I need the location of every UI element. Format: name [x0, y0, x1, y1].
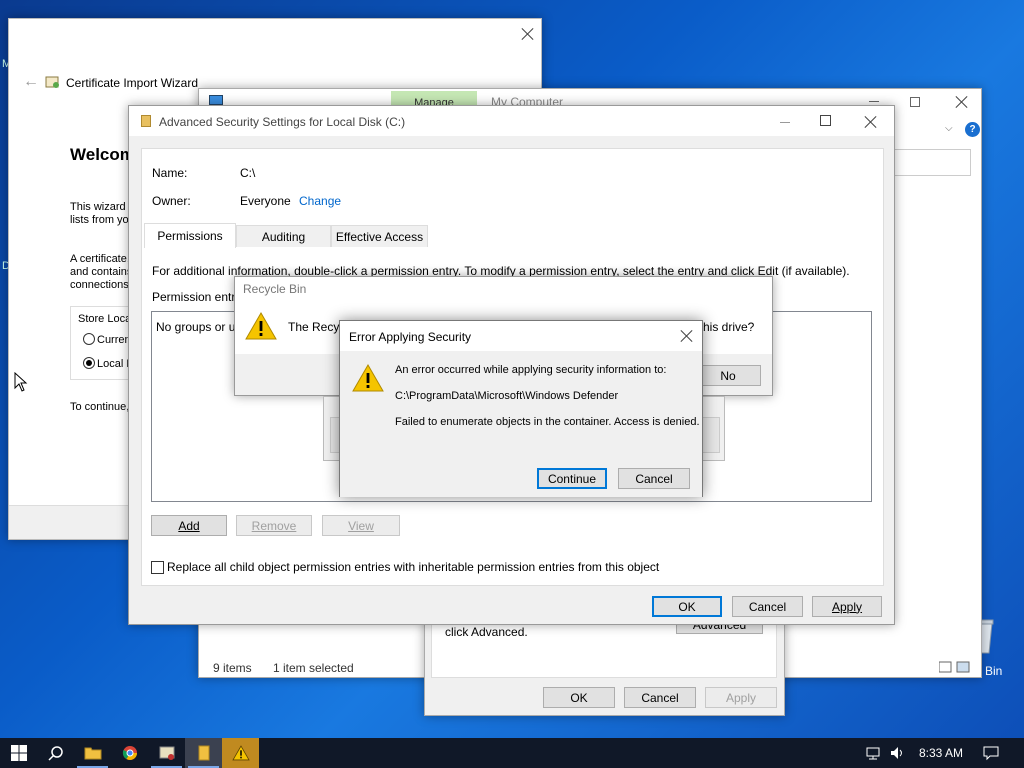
window-title: Certificate Import Wizard	[66, 76, 199, 90]
cancel-button[interactable]: Cancel	[618, 468, 690, 489]
radio-label: Curren	[97, 334, 131, 346]
taskbar-file-explorer[interactable]	[74, 738, 111, 768]
click-advanced-text: click Advanced.	[445, 625, 528, 639]
store-location-label: Store Loca	[78, 313, 132, 325]
dialog-message-end: his drive?	[703, 320, 755, 334]
tab-auditing[interactable]: Auditing	[236, 225, 331, 247]
close-icon[interactable]	[520, 26, 536, 42]
no-button[interactable]: No	[695, 365, 761, 386]
permission-entries-label: Permission entri	[152, 290, 239, 304]
mouse-cursor-icon	[14, 372, 28, 392]
minimize-icon[interactable]	[780, 122, 790, 123]
folder-icon	[84, 747, 101, 760]
add-button[interactable]: Add	[151, 515, 227, 536]
taskbar-security-settings[interactable]	[185, 738, 222, 768]
cancel-button[interactable]: Cancel	[624, 687, 696, 708]
recycle-bin-desktop-label[interactable]: Bin	[985, 664, 1002, 678]
search-icon	[47, 746, 63, 761]
notification-center-icon[interactable]	[983, 745, 999, 761]
tab-permissions[interactable]: Permissions	[144, 223, 236, 248]
chevron-down-icon[interactable]: ⌵	[945, 123, 953, 134]
status-selection: 1 item selected	[273, 661, 354, 675]
window-title: Advanced Security Settings for Local Dis…	[159, 115, 406, 129]
taskbar: 8:33 AM	[0, 738, 1024, 768]
remove-button[interactable]: Remove	[236, 515, 312, 536]
ok-button[interactable]: OK	[543, 687, 615, 708]
radio-current-user[interactable]: Curren	[83, 333, 131, 346]
chrome-icon	[122, 746, 137, 760]
error-detail: Failed to enumerate objects in the conta…	[395, 416, 700, 428]
taskbar-error-dialog[interactable]	[222, 738, 259, 768]
windows-logo-icon	[10, 745, 27, 761]
maximize-icon[interactable]	[910, 97, 920, 107]
close-icon[interactable]	[954, 94, 970, 110]
apply-button[interactable]: Apply	[705, 687, 777, 708]
warning-icon	[245, 311, 277, 340]
warning-icon	[231, 745, 250, 761]
certificate-icon	[45, 76, 59, 88]
name-label: Name:	[152, 166, 188, 180]
cancel-button[interactable]: Cancel	[732, 596, 803, 617]
start-button[interactable]	[0, 738, 37, 768]
search-button[interactable]	[37, 738, 74, 768]
file-icon	[198, 745, 209, 761]
help-icon[interactable]: ?	[965, 122, 980, 137]
wizard-heading: Welcom	[70, 145, 135, 164]
radio-icon[interactable]	[83, 333, 95, 345]
continue-text: To continue,	[70, 401, 130, 413]
maximize-icon[interactable]	[820, 115, 831, 126]
view-toggle-icons[interactable]	[939, 661, 971, 673]
error-applying-security-dialog: Error Applying Security An error occurre…	[339, 320, 703, 497]
apply-button-label: Apply	[831, 599, 863, 614]
remove-button-label: Remove	[251, 518, 297, 533]
tab-effective-access[interactable]: Effective Access	[331, 225, 428, 247]
apply-button[interactable]: Apply	[812, 596, 882, 617]
close-icon[interactable]	[863, 114, 879, 130]
volume-icon[interactable]	[889, 745, 905, 761]
dialog-title: Error Applying Security	[349, 330, 472, 344]
name-value: C:\	[240, 166, 256, 180]
taskbar-certificate-app[interactable]	[148, 738, 185, 768]
dialog-message: The Recyc	[288, 320, 346, 334]
taskbar-chrome[interactable]	[111, 738, 148, 768]
change-owner-link[interactable]: Change	[299, 194, 341, 208]
clock[interactable]: 8:33 AM	[919, 746, 963, 760]
close-icon[interactable]	[679, 328, 695, 344]
ok-button[interactable]: OK	[652, 596, 722, 617]
replace-permissions-label[interactable]: Replace all child object permission entr…	[167, 560, 659, 574]
owner-value: Everyone	[240, 194, 291, 208]
search-box[interactable]	[889, 149, 971, 176]
warning-icon	[352, 363, 384, 392]
back-arrow-icon[interactable]: ←	[23, 73, 39, 91]
view-button[interactable]: View	[322, 515, 400, 536]
error-path: C:\ProgramData\Microsoft\Windows Defende…	[395, 390, 619, 402]
computer-icon	[209, 95, 223, 105]
continue-button[interactable]: Continue	[537, 468, 607, 489]
owner-label: Owner:	[152, 194, 191, 208]
empty-list-text: No groups or u	[156, 320, 236, 334]
certificate-icon	[159, 746, 174, 760]
minimize-icon[interactable]	[869, 101, 879, 102]
dialog-title: Recycle Bin	[243, 282, 307, 296]
folder-icon	[141, 115, 151, 127]
error-message: An error occurred while applying securit…	[395, 364, 667, 376]
network-icon[interactable]	[865, 745, 881, 761]
add-button-label: Add	[178, 518, 200, 533]
view-button-label: View	[348, 518, 374, 533]
radio-selected-icon[interactable]	[83, 357, 95, 369]
replace-permissions-checkbox[interactable]	[151, 561, 164, 574]
status-item-count: 9 items	[213, 661, 252, 675]
